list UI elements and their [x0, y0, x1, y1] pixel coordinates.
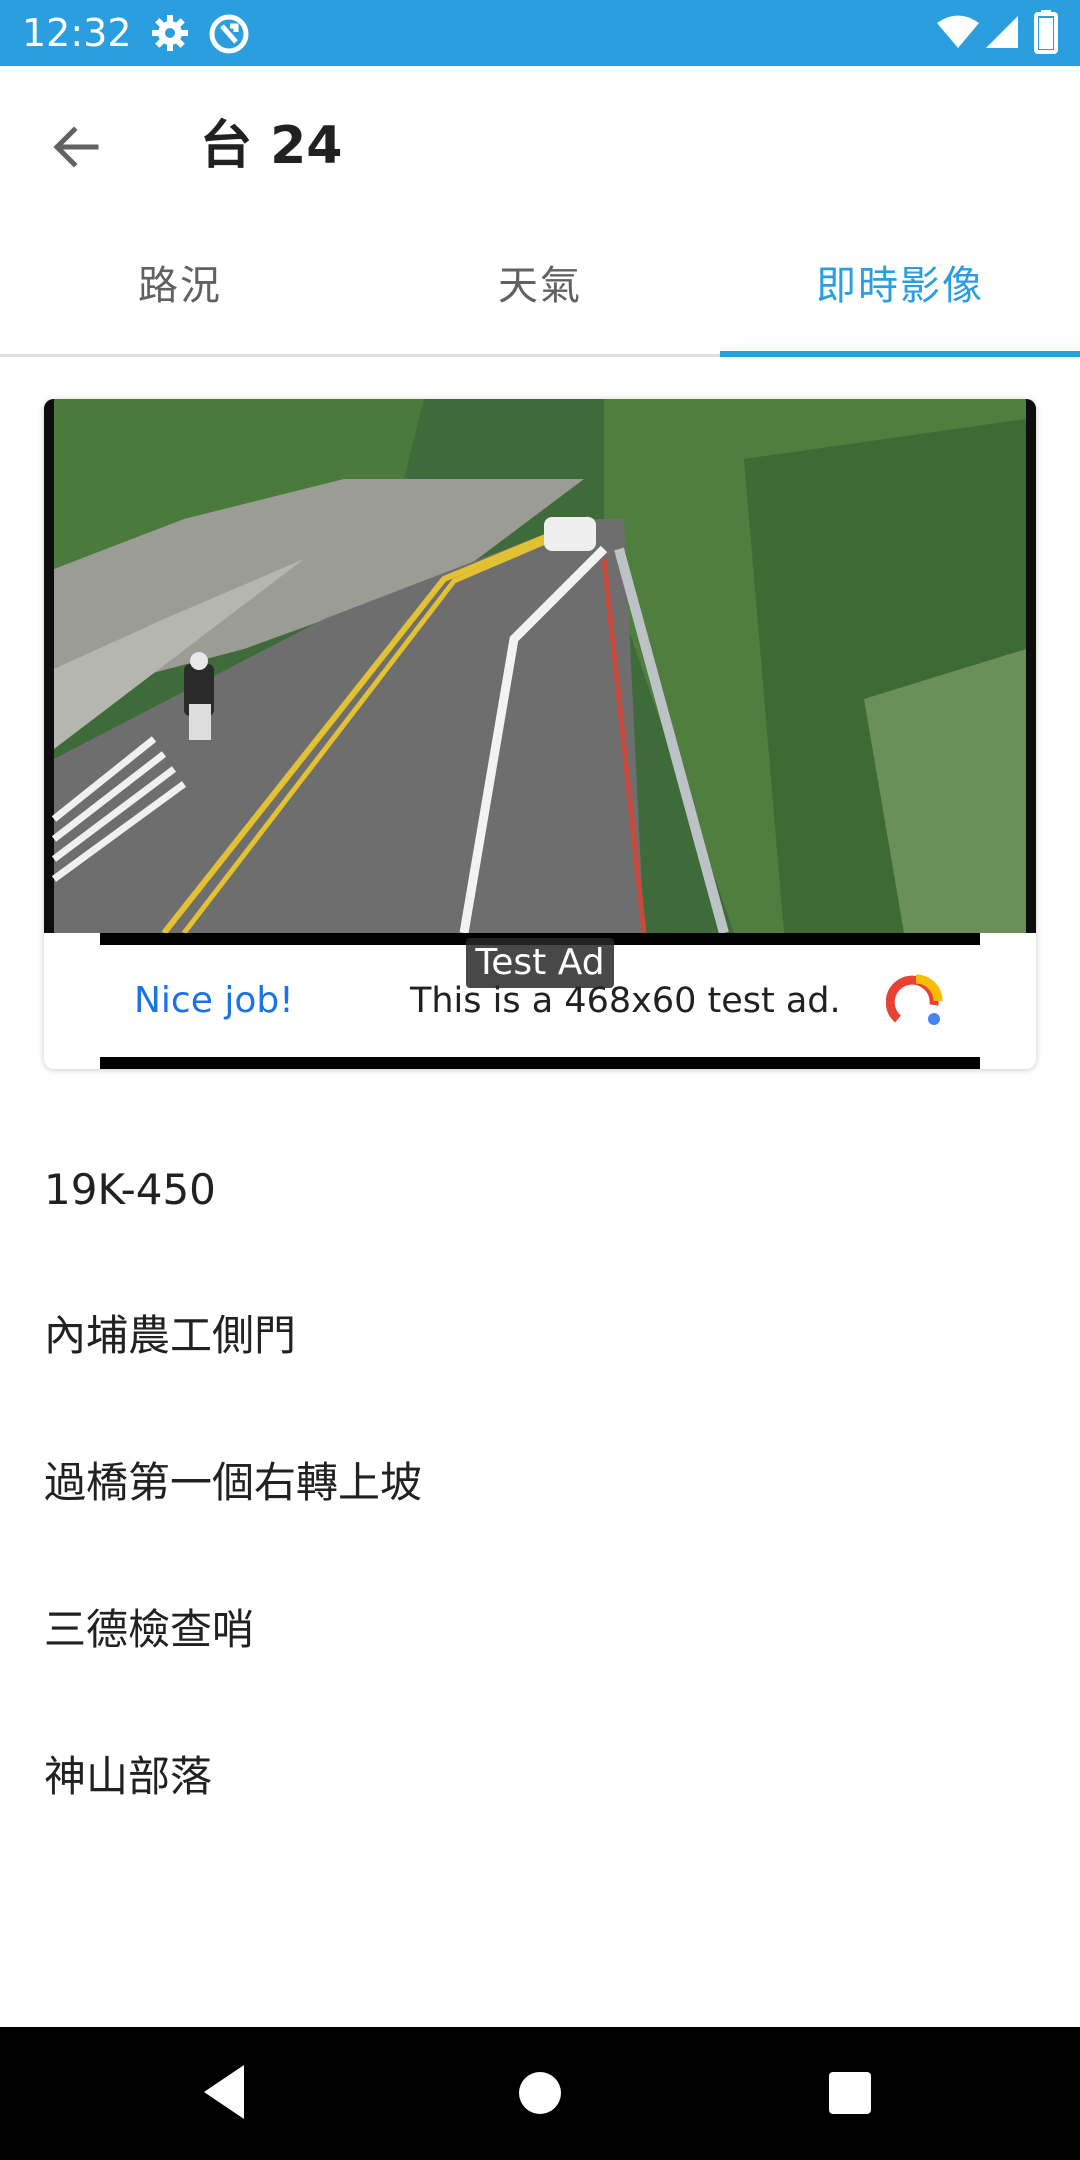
tab-bar: 路況 天氣 即時影像 [0, 224, 1080, 357]
camera-list-item[interactable]: 內埔農工側門 [44, 1306, 1034, 1366]
tab-live-camera[interactable]: 即時影像 [720, 224, 1080, 354]
camera-list-item[interactable]: 19K-450 [44, 1160, 1034, 1220]
battery-icon [1034, 10, 1058, 58]
status-time: 12:32 [22, 11, 132, 55]
settings-icon [150, 13, 190, 57]
tab-road-condition[interactable]: 路況 [0, 224, 360, 354]
camera-image[interactable] [44, 399, 1036, 935]
sync-icon [208, 13, 250, 59]
camera-list-item[interactable]: 神山部落 [44, 1747, 1034, 1807]
ad-headline[interactable]: Nice job! [134, 945, 294, 1057]
admob-logo-icon [885, 971, 946, 1035]
system-nav-bar [0, 2027, 1080, 2160]
back-button[interactable] [40, 111, 112, 183]
back-triangle-icon[interactable] [200, 2061, 248, 2127]
wifi-icon [936, 14, 980, 54]
app-bar: 台 24 [0, 66, 1080, 224]
camera-list-item[interactable]: 三德檢查哨 [44, 1600, 1034, 1660]
signal-icon [984, 14, 1020, 54]
arrow-back-icon [53, 126, 99, 168]
test-ad-badge: Test Ad [466, 938, 614, 988]
tab-indicator [720, 351, 1080, 357]
camera-list-item[interactable]: 過橋第一個右轉上坡 [44, 1453, 1034, 1513]
tab-weather[interactable]: 天氣 [360, 224, 720, 354]
page-title: 台 24 [200, 116, 343, 176]
status-bar: 12:32 [0, 0, 1080, 66]
home-circle-icon[interactable] [516, 2069, 564, 2121]
recents-square-icon[interactable] [826, 2069, 874, 2121]
